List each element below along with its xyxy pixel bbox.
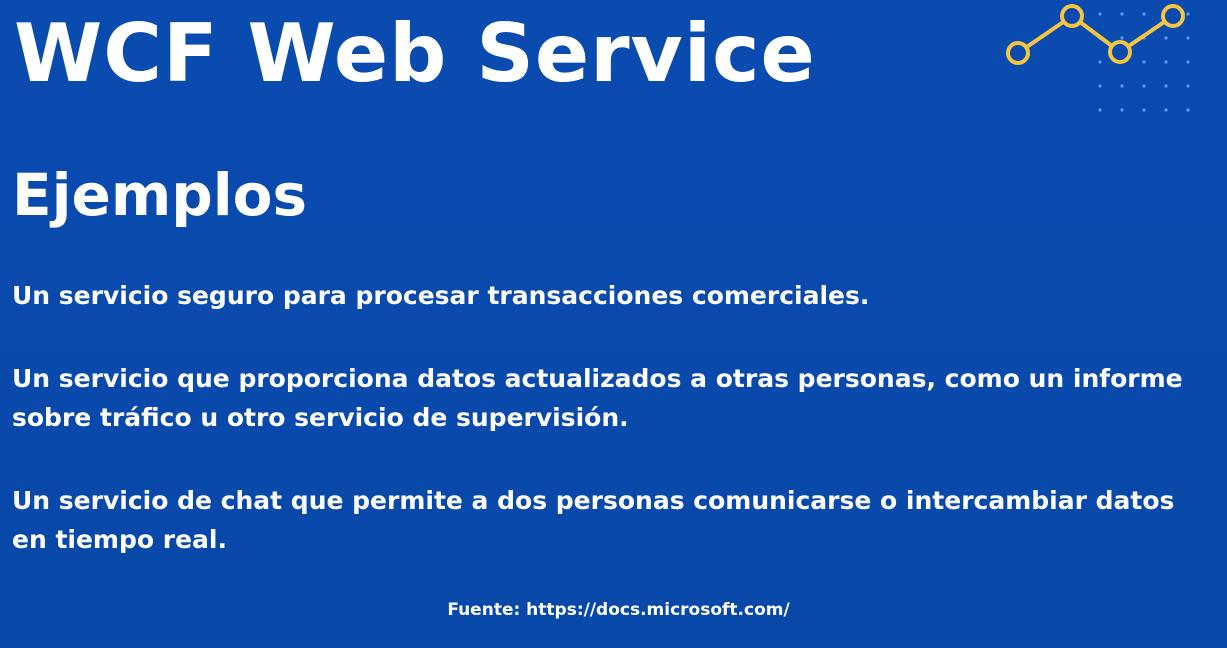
trend-node [1108,40,1132,64]
example-item: Un servicio seguro para procesar transac… [12,281,870,310]
examples-list: Un servicio seguro para procesar transac… [12,276,1192,603]
slide: WCF Web Service Ejemplos Un servicio seg… [0,0,1227,648]
trend-line [1016,14,1175,55]
slide-title: WCF Web Service [14,7,816,100]
line-chart-icon [1006,4,1190,112]
trend-node [1006,41,1030,65]
source-citation: Fuente: https://docs.microsoft.com/ [447,600,790,620]
example-item: Un servicio de chat que permite a dos pe… [12,486,1175,554]
trend-node [1161,4,1185,28]
example-item: Un servicio que proporciona datos actual… [12,364,1183,432]
trend-node [1060,4,1084,28]
slide-subtitle: Ejemplos [12,161,308,229]
